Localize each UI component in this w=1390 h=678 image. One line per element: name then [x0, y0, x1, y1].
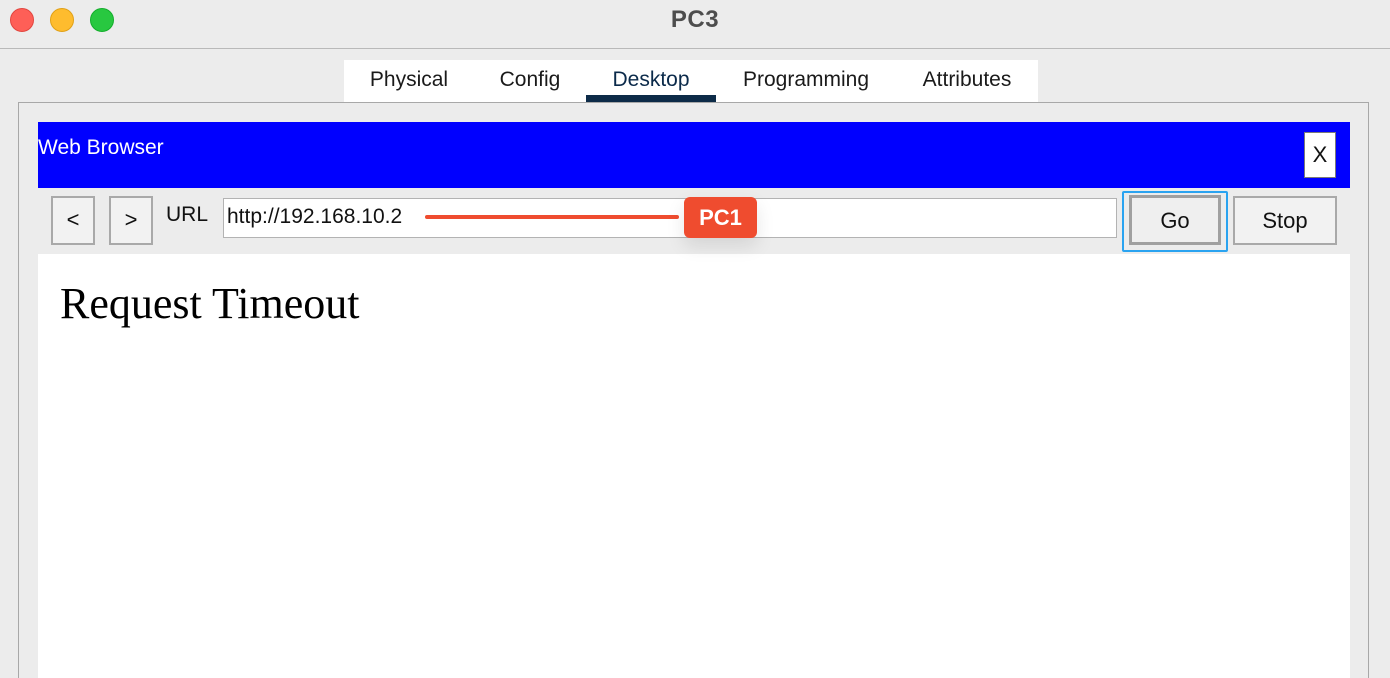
stop-button[interactable]: Stop	[1233, 196, 1337, 245]
page-message: Request Timeout	[60, 279, 360, 328]
close-browser-button[interactable]: X	[1304, 132, 1336, 178]
go-button[interactable]: Go	[1129, 195, 1221, 245]
forward-button[interactable]: >	[109, 196, 153, 245]
url-label: URL	[166, 203, 209, 226]
tab-bar: Physical Config Desktop Programming Attr…	[344, 60, 1038, 102]
tab-physical[interactable]: Physical	[344, 60, 474, 102]
tab-desktop[interactable]: Desktop	[586, 60, 716, 102]
window-title: PC3	[670, 6, 720, 33]
url-value: http://192.168.10.2	[227, 205, 403, 228]
tab-programming[interactable]: Programming	[716, 60, 896, 102]
annotation-badge: PC1	[684, 197, 757, 238]
title-bar: PC3	[0, 0, 1390, 49]
tab-attributes[interactable]: Attributes	[896, 60, 1038, 102]
web-browser-title: Web Browser	[38, 136, 164, 159]
tab-config[interactable]: Config	[474, 60, 586, 102]
annotation-arrow-line	[425, 215, 679, 219]
browser-content: Request Timeout	[38, 254, 1350, 678]
pc3-window: PC3 Physical Config Desktop Programming …	[0, 0, 1390, 678]
back-button[interactable]: <	[51, 196, 95, 245]
web-browser-header: Web Browser X	[38, 122, 1350, 188]
